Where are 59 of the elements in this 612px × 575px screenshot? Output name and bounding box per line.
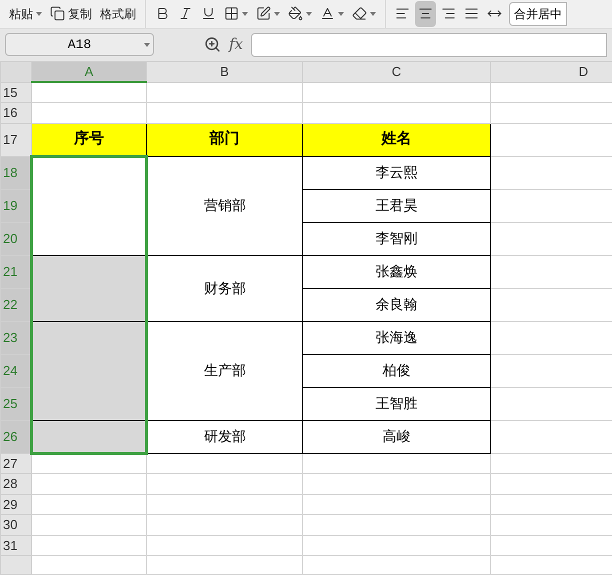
caret-icon (274, 12, 280, 16)
column-header[interactable]: D (490, 61, 612, 82)
caret-icon (338, 12, 344, 16)
italic-icon (178, 6, 193, 22)
borders-icon (224, 6, 239, 22)
row-header[interactable]: 29 (0, 494, 32, 514)
name-cell: 李智刚 (302, 222, 490, 255)
underline-icon (201, 6, 216, 22)
font-color-icon (320, 6, 335, 22)
caret-icon (370, 12, 376, 16)
caret-icon (306, 12, 312, 16)
name-cell: 张海逸 (302, 321, 490, 354)
caret-icon (242, 12, 248, 16)
department-cell: 生产部 (146, 321, 302, 420)
column-header[interactable]: B (146, 61, 302, 82)
fill-bucket-icon (288, 6, 303, 22)
align-center-button[interactable] (415, 0, 436, 27)
formula-field[interactable] (251, 32, 607, 57)
column-header[interactable]: C (302, 61, 490, 82)
header-cell: 姓名 (302, 123, 490, 156)
header-cell: 部门 (146, 123, 302, 156)
row-header[interactable]: 27 (0, 453, 32, 474)
department-cell: 营销部 (146, 156, 302, 255)
align-center-icon (418, 6, 433, 22)
eraser-icon (352, 6, 367, 22)
row-header[interactable]: 30 (0, 514, 32, 535)
copy-icon (50, 6, 65, 22)
caret-icon (144, 43, 150, 48)
merge-center-button[interactable]: 合并居中 (509, 2, 567, 26)
row-header[interactable]: 28 (0, 474, 32, 494)
department-cell: 财务部 (146, 255, 302, 321)
department-cell: 研发部 (146, 420, 302, 453)
name-box[interactable]: A18 (5, 33, 154, 56)
caret-icon (36, 12, 42, 16)
row-header[interactable]: 15 (0, 82, 32, 102)
name-cell: 王智胜 (302, 387, 490, 420)
header-cell: 序号 (32, 123, 146, 156)
sequence-cell[interactable] (32, 255, 146, 321)
format-painter-button[interactable]: 格式刷 (97, 0, 139, 27)
sequence-cell[interactable] (32, 156, 146, 255)
sequence-cell[interactable] (32, 420, 146, 453)
cell-style-icon (256, 6, 271, 22)
name-cell: 高峻 (302, 420, 490, 453)
align-right-icon (441, 6, 456, 22)
align-left-icon (395, 6, 410, 22)
row-header[interactable]: 31 (0, 535, 32, 556)
name-cell: 柏俊 (302, 354, 490, 387)
zoom-icon[interactable] (204, 36, 221, 54)
copy-button[interactable]: 复制 (47, 0, 95, 27)
justify-icon (464, 6, 479, 22)
sequence-cell[interactable] (32, 321, 146, 420)
function-icon[interactable]: fx (229, 33, 244, 56)
name-cell: 王君昊 (302, 189, 490, 222)
name-cell: 余良翰 (302, 288, 490, 321)
name-cell: 李云熙 (302, 156, 490, 189)
paste-button[interactable]: 粘贴 (6, 0, 45, 27)
row-header[interactable]: 17 (0, 123, 32, 156)
row-header[interactable]: 16 (0, 102, 32, 123)
name-cell: 张鑫焕 (302, 255, 490, 288)
